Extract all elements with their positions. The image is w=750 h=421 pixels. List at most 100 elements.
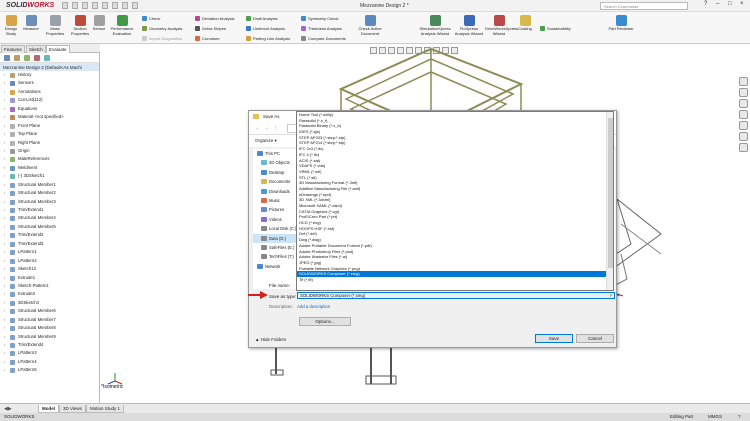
tree-item[interactable]: › Front Plane bbox=[0, 122, 99, 130]
up-icon[interactable]: ↑ bbox=[274, 125, 277, 131]
design-library-icon[interactable] bbox=[739, 88, 748, 97]
tab-evaluate[interactable]: Evaluate bbox=[46, 45, 70, 53]
tab-motion-study[interactable]: Motion Study 1 bbox=[86, 405, 125, 413]
expand-icon[interactable]: › bbox=[4, 333, 5, 341]
check-button[interactable]: Check bbox=[142, 16, 160, 22]
expand-icon[interactable]: › bbox=[4, 307, 5, 315]
expand-icon[interactable]: › bbox=[4, 198, 5, 206]
simulationxpress-button[interactable]: SimulationXpress Analysis Wizard bbox=[419, 15, 451, 36]
measure-button[interactable]: Measure bbox=[22, 15, 40, 32]
expand-icon[interactable]: › bbox=[4, 240, 5, 248]
save-icon[interactable] bbox=[82, 2, 88, 9]
dropdown-scrollbar[interactable] bbox=[606, 112, 613, 290]
status-units[interactable]: MMGS bbox=[708, 414, 722, 419]
display-manager-icon[interactable] bbox=[44, 55, 50, 61]
tree-item[interactable]: › Equations bbox=[0, 105, 99, 113]
solidworks-forum-icon[interactable] bbox=[739, 143, 748, 152]
import-diagnostics-button[interactable]: Import Diagnostics bbox=[142, 36, 182, 42]
zebra-stripes-button[interactable]: Zebra Stripes bbox=[195, 26, 226, 32]
help-status-icon[interactable]: ? bbox=[738, 414, 741, 419]
expand-icon[interactable]: › bbox=[4, 274, 5, 282]
tab-scroll-arrows-icon[interactable]: ◀▶ bbox=[4, 406, 12, 412]
draft-analysis-button[interactable]: Draft Analysis bbox=[246, 16, 277, 22]
search-commands-input[interactable]: Search Commands bbox=[600, 2, 688, 10]
expand-icon[interactable]: › bbox=[4, 147, 5, 155]
expand-icon[interactable]: › bbox=[4, 316, 5, 324]
feature-manager-icon[interactable] bbox=[4, 55, 10, 61]
tab-features[interactable]: Features bbox=[1, 45, 25, 53]
tree-item[interactable]: › Structural Member5 bbox=[0, 223, 99, 231]
expand-icon[interactable]: › bbox=[4, 349, 5, 357]
nav-item[interactable]: This PC bbox=[253, 149, 297, 158]
undercut-analysis-button[interactable]: Undercut Analysis bbox=[246, 26, 285, 32]
part-reviewer-button[interactable]: Part Reviewer bbox=[608, 15, 634, 32]
expand-icon[interactable]: › bbox=[4, 231, 5, 239]
tree-item[interactable]: › Material <not specified> bbox=[0, 113, 99, 121]
tree-item[interactable]: › MateReferences bbox=[0, 155, 99, 163]
tree-item[interactable]: › Structural Member4 bbox=[0, 214, 99, 222]
tree-item[interactable]: › Structural Member8 bbox=[0, 324, 99, 332]
sensor-button[interactable]: Sensor bbox=[91, 15, 107, 32]
solidworks-logo[interactable]: SOLIDWORKS bbox=[6, 2, 54, 9]
print-icon[interactable] bbox=[92, 2, 98, 9]
nav-item[interactable]: Pictures bbox=[253, 205, 297, 214]
close-icon[interactable]: × bbox=[740, 1, 744, 7]
organize-menu[interactable]: Organize ▾ bbox=[255, 138, 277, 144]
thickness-analysis-button[interactable]: Thickness Analysis bbox=[301, 26, 342, 32]
geometry-analysis-button[interactable]: Geometry Analysis bbox=[142, 26, 182, 32]
scroll-thumb[interactable] bbox=[608, 118, 613, 268]
expand-icon[interactable]: › bbox=[4, 341, 5, 349]
performance-evaluation-button[interactable]: Performance Evaluation bbox=[108, 15, 136, 36]
select-icon[interactable] bbox=[112, 2, 118, 9]
options-icon[interactable] bbox=[132, 2, 138, 9]
tree-item[interactable]: › Structural Member2 bbox=[0, 189, 99, 197]
section-properties-button[interactable]: Section Properties bbox=[69, 15, 91, 36]
tree-item[interactable]: › History bbox=[0, 71, 99, 79]
rebuild-icon[interactable] bbox=[122, 2, 128, 9]
costing-button[interactable]: Costing bbox=[515, 15, 535, 32]
driveworksxpress-button[interactable]: DriveWorksXpress Wizard bbox=[485, 15, 518, 36]
tree-item[interactable]: › Top Plane bbox=[0, 130, 99, 138]
tree-item[interactable]: › LPattern1 bbox=[0, 248, 99, 256]
tree-item[interactable]: › Right Plane bbox=[0, 139, 99, 147]
expand-icon[interactable]: › bbox=[4, 206, 5, 214]
description-input[interactable]: Add a description bbox=[297, 304, 330, 309]
floxpress-button[interactable]: FloXpress Analysis Wizard bbox=[454, 15, 484, 36]
expand-icon[interactable]: › bbox=[4, 71, 5, 79]
tree-item[interactable]: › Trim/Extend1 bbox=[0, 206, 99, 214]
nav-item[interactable]: Data (D:) bbox=[253, 233, 297, 243]
tree-item[interactable]: › Structural Member7 bbox=[0, 316, 99, 324]
nav-item[interactable]: TechFiles (T:) bbox=[253, 252, 297, 261]
expand-icon[interactable]: › bbox=[4, 172, 5, 180]
mass-properties-button[interactable]: Mass Properties bbox=[44, 15, 66, 36]
tree-item[interactable]: › Sensors bbox=[0, 79, 99, 87]
nav-item[interactable]: 3D Objects bbox=[253, 158, 297, 167]
forward-icon[interactable]: → bbox=[264, 125, 269, 131]
expand-icon[interactable]: › bbox=[4, 122, 5, 130]
tab-sketch[interactable]: Sketch bbox=[26, 45, 46, 53]
tree-item[interactable]: › LPattern2 bbox=[0, 257, 99, 265]
expand-icon[interactable]: › bbox=[4, 257, 5, 265]
tree-item[interactable]: › Annotations bbox=[0, 88, 99, 96]
tree-item[interactable]: › Structural Member9 bbox=[0, 333, 99, 341]
deviation-analysis-button[interactable]: Deviation Analysis bbox=[195, 16, 234, 22]
sustainability-button[interactable]: Sustainability bbox=[540, 26, 571, 32]
undo-icon[interactable] bbox=[102, 2, 108, 9]
appearances-icon[interactable] bbox=[739, 121, 748, 130]
nav-item[interactable]: Videos bbox=[253, 215, 297, 224]
expand-icon[interactable]: › bbox=[4, 155, 5, 163]
cancel-button[interactable]: Cancel bbox=[576, 334, 614, 343]
expand-icon[interactable]: › bbox=[4, 299, 5, 307]
nav-item[interactable]: Desktop bbox=[253, 168, 297, 177]
tree-item[interactable]: › Structural Member1 bbox=[0, 181, 99, 189]
dimxpert-icon[interactable] bbox=[34, 55, 40, 61]
open-icon[interactable] bbox=[72, 2, 78, 9]
file-type-option[interactable]: Tif (*.tif) bbox=[297, 277, 613, 283]
property-manager-icon[interactable] bbox=[14, 55, 20, 61]
tree-item[interactable]: › LPattern5 bbox=[0, 366, 99, 374]
custom-properties-icon[interactable] bbox=[739, 132, 748, 141]
expand-icon[interactable]: › bbox=[4, 79, 5, 87]
tree-item[interactable]: › Extrude1 bbox=[0, 274, 99, 282]
expand-icon[interactable]: › bbox=[4, 366, 5, 374]
options-button[interactable]: Options... bbox=[299, 317, 351, 326]
